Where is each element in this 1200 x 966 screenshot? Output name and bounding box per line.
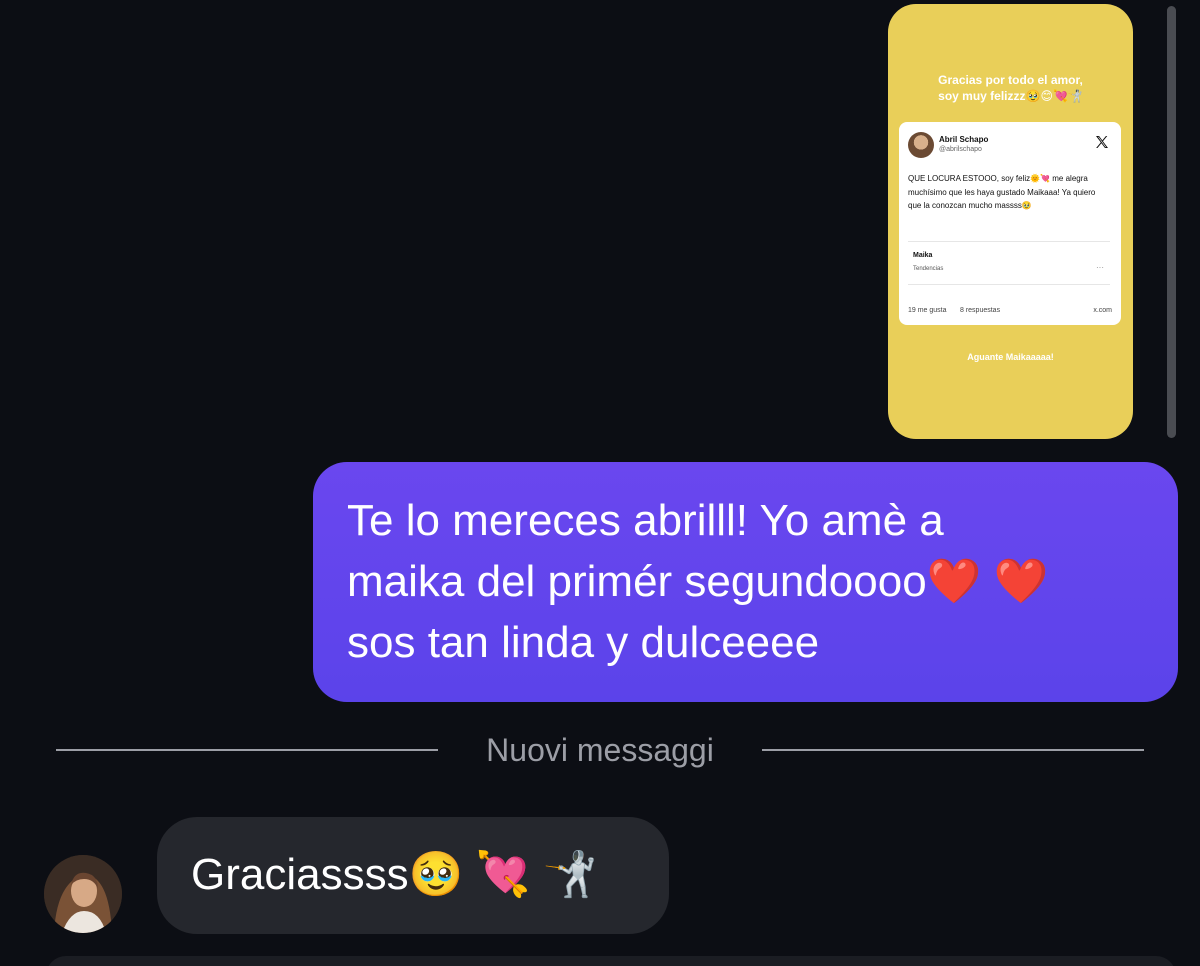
outgoing-message[interactable]: Te lo mereces abrilll! Yo amè a maika de… — [313, 462, 1178, 702]
outgoing-message-line1: Te lo mereces abrilll! Yo amè a — [347, 496, 944, 545]
next-message-partial[interactable] — [46, 956, 1176, 966]
new-messages-divider: Nuovi messaggi — [486, 732, 714, 768]
tweet-author-avatar — [908, 132, 934, 158]
outgoing-message-line2: maika del primér segundoooo❤️ ❤️ — [347, 551, 1148, 612]
tweet-domain: x.com — [1093, 307, 1112, 314]
divider-line-right — [762, 749, 1144, 751]
chat-screen: Gracias por todo el amor, soy muy felizz… — [0, 0, 1200, 966]
shared-story-card[interactable]: Gracias por todo el amor, soy muy felizz… — [888, 4, 1133, 439]
trend-subtitle: Tendencias — [913, 266, 944, 272]
trend-title: Maika — [913, 252, 933, 259]
tweet-replies: 8 respuestas — [960, 307, 1001, 314]
story-caption-line1: Gracias por todo el amor, — [938, 73, 1083, 87]
incoming-message[interactable]: Graciassss🥹 💘 🤺 — [157, 817, 669, 934]
tweet-trend-card: Maika Tendencias ··· — [908, 241, 1110, 285]
scrollbar[interactable] — [1167, 6, 1176, 438]
story-caption: Gracias por todo el amor, soy muy felizz… — [888, 72, 1133, 104]
outgoing-message-line3: sos tan linda y dulceeee — [347, 618, 820, 667]
tweet-author-handle: @abrilschapo — [939, 146, 982, 153]
story-footer: Aguante Maikaaaaa! — [967, 352, 1054, 362]
story-caption-line2: soy muy felizzz🥹😊💘🤺 — [938, 89, 1083, 103]
x-logo-icon — [1096, 136, 1108, 148]
incoming-message-text: Graciassss🥹 💘 🤺 — [191, 850, 598, 899]
tweet-text: QUE LOCURA ESTOOO, soy feliz🌞💘 me alegra… — [908, 174, 1096, 210]
contact-avatar[interactable] — [44, 855, 122, 933]
avatar-photo-icon — [44, 855, 122, 933]
outgoing-message-line2-text: maika del primér segundoooo — [347, 557, 927, 606]
more-icon: ··· — [1096, 263, 1104, 272]
embedded-tweet: Abril Schapo @abrilschapo QUE LOCURA EST… — [899, 122, 1121, 325]
tweet-likes: 19 me gusta — [908, 307, 947, 314]
heart-emoji-icon: ❤️ ❤️ — [926, 557, 1049, 606]
tweet-author-name: Abril Schapo — [939, 135, 989, 144]
divider-line-left — [56, 749, 438, 751]
